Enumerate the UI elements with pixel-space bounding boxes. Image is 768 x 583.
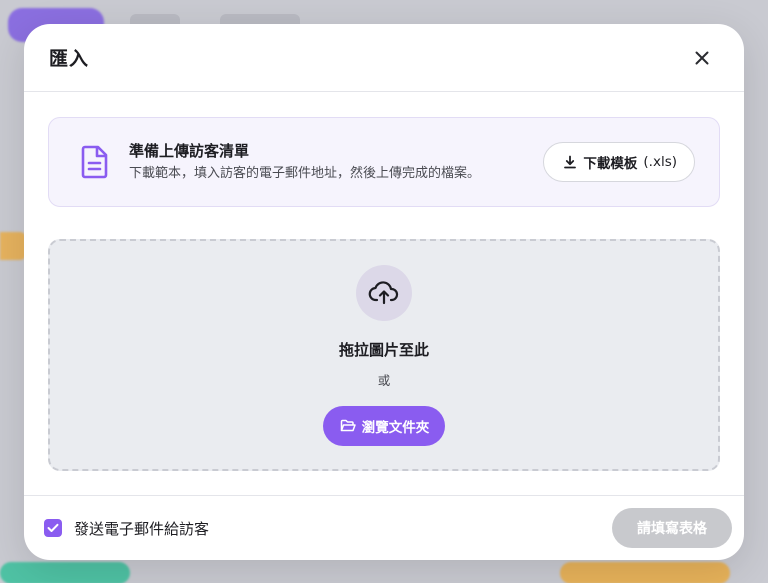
modal-title: 匯入 [49,48,90,70]
download-template-button[interactable]: 下載模板 (.xls) [543,142,695,182]
browse-label: 瀏覽文件夾 [361,420,430,436]
file-dropzone[interactable]: 拖拉圖片至此 或 瀏覽文件夾 [48,239,720,471]
submit-button[interactable]: 請填寫表格 [612,508,732,548]
browse-folder-button[interactable]: 瀏覽文件夾 [322,406,446,446]
cloud-upload-icon [368,281,399,305]
upload-icon-circle [356,265,412,321]
info-description: 下載範本，填入訪客的電子郵件地址，然後上傳完成的檔案。 [129,166,481,181]
send-email-checkbox[interactable]: 發送電子郵件給訪客 [44,518,209,539]
background-chip [0,232,26,260]
background-chip [0,562,130,583]
folder-icon [340,419,356,432]
template-info-card: 準備上傳訪客清單 下載範本，填入訪客的電子郵件地址，然後上傳完成的檔案。 下載模… [48,117,720,207]
close-button[interactable] [690,46,714,70]
download-icon [564,155,577,169]
background-chip [560,562,730,583]
download-extension: (.xls) [643,154,677,170]
modal-footer: 發送電子郵件給訪客 請填寫表格 [24,495,744,560]
dropzone-title: 拖拉圖片至此 [338,341,429,359]
checkbox-label: 發送電子郵件給訪客 [74,519,210,538]
modal-header: 匯入 [24,24,744,92]
info-title: 準備上傳訪客清單 [129,142,250,160]
document-icon [75,142,115,182]
info-text: 準備上傳訪客清單 下載範本，填入訪客的電子郵件地址，然後上傳完成的檔案。 [129,141,543,183]
check-icon [47,523,59,532]
checkbox-box[interactable] [44,519,62,537]
import-modal: 匯入 準備上傳訪客清單 下載範本，填入訪客的電子郵件地址，然後上傳完成的檔案。 … [24,24,744,560]
close-icon [695,51,709,64]
dropzone-or-text: 或 [377,373,391,388]
download-label: 下載模板 [583,156,638,172]
